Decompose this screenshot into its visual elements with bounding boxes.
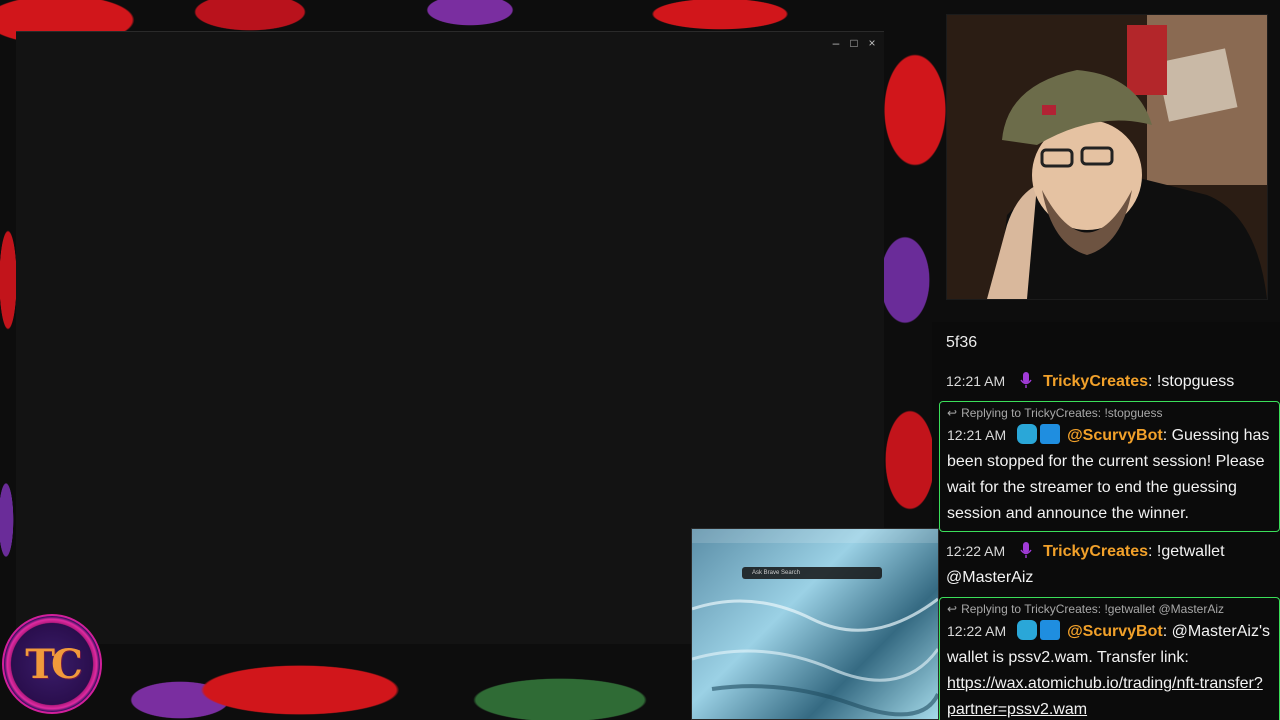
chat-username[interactable]: @ScurvyBot — [1067, 427, 1163, 444]
mod-icon — [1039, 620, 1060, 640]
reply-icon: ↩ — [947, 406, 958, 420]
mod-icon — [1039, 424, 1060, 444]
chat-message: 12:21 AM TrickyCreates: !stopguess — [932, 366, 1280, 399]
chat-username[interactable]: @ScurvyBot — [1067, 623, 1163, 640]
maximize-button[interactable]: □ — [848, 36, 860, 50]
chat-panel: 5f36 12:21 AM TrickyCreates: !stopguess … — [932, 322, 1280, 720]
robot-icon — [1016, 424, 1037, 444]
chat-username[interactable]: TrickyCreates — [1043, 373, 1148, 390]
chat-partial-message: 5f36 — [946, 334, 978, 351]
message-timestamp: 12:21 AM — [946, 373, 1006, 389]
message-timestamp: 12:21 AM — [947, 427, 1007, 443]
chat-reply-message: ↩ Replying to TrickyCreates: !getwallet … — [939, 597, 1280, 720]
channel-logo: TC — [2, 614, 102, 714]
chat-message: 12:22 AM TrickyCreates: !getwallet @Mast… — [932, 536, 1280, 595]
reply-indicator: ↩ Replying to TrickyCreates: !stopguess — [947, 406, 1163, 420]
chat-message-text: !stopguess — [1156, 373, 1235, 390]
screen-preview-thumbnail: Ask Brave Search — [691, 528, 939, 720]
preview-topbar — [692, 529, 938, 543]
webcam-feed — [946, 14, 1268, 300]
logo-letters: TC — [25, 640, 83, 688]
robot-icon — [1016, 620, 1037, 640]
preview-search-bar: Ask Brave Search — [742, 567, 882, 579]
microphone-icon — [1016, 540, 1036, 560]
message-timestamp: 12:22 AM — [947, 623, 1007, 639]
message-timestamp: 12:22 AM — [946, 543, 1006, 559]
reply-indicator: ↩ Replying to TrickyCreates: !getwallet … — [947, 602, 1225, 616]
minimize-button[interactable]: – — [830, 36, 842, 50]
transfer-link[interactable]: https://wax.atomichub.io/trading/nft-tra… — [947, 675, 1263, 718]
microphone-icon — [1016, 370, 1036, 390]
chat-reply-message: ↩ Replying to TrickyCreates: !stopguess … — [939, 401, 1280, 532]
close-button[interactable]: × — [866, 36, 878, 50]
window-controls: – □ × — [830, 36, 878, 50]
chat-username[interactable]: TrickyCreates — [1043, 543, 1148, 560]
reply-icon: ↩ — [947, 602, 958, 616]
